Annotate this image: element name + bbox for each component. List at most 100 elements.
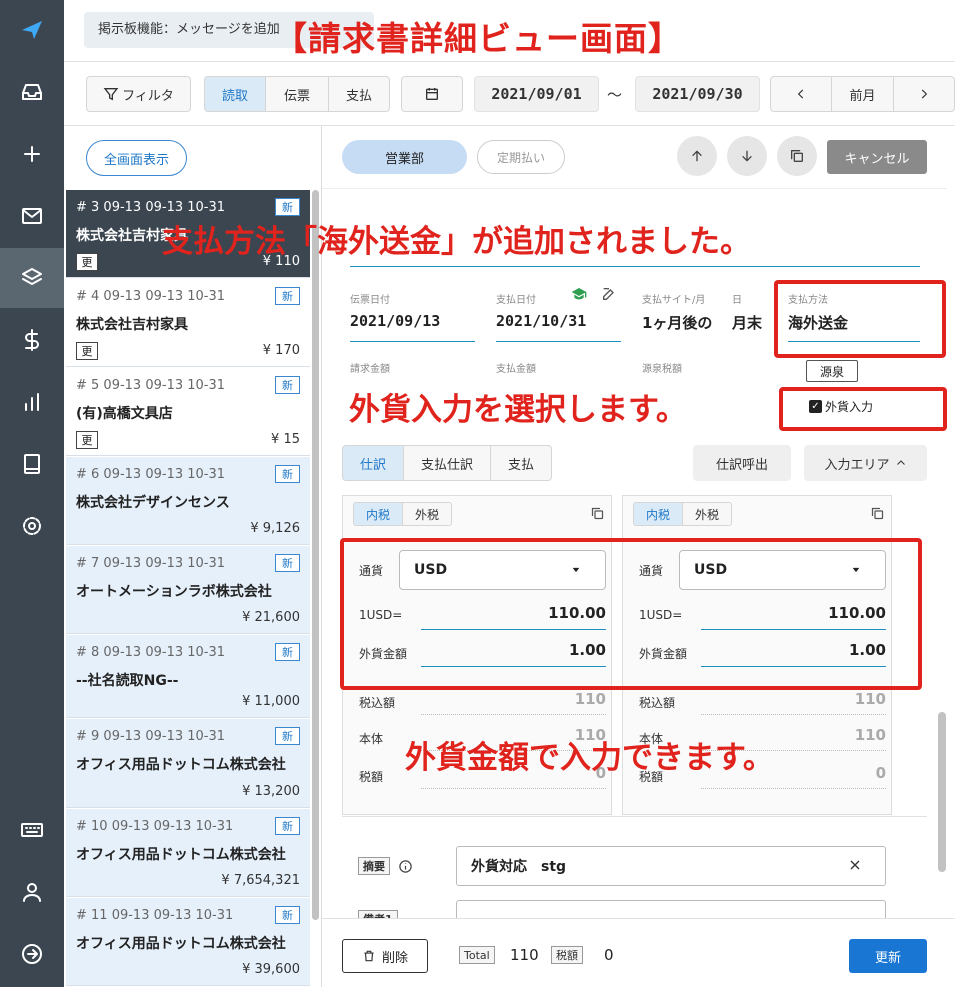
list-item[interactable]: # 10 09-13 09-13 10-31 新オフィス用品ドットコム株式会社 ¥ … [66, 809, 310, 897]
list-item[interactable]: # 4 09-13 09-13 10-31 新株式会社吉村家具更 ¥ 170 [66, 279, 310, 367]
new-badge: 新 [275, 376, 300, 394]
title-annotation: 【請求書詳細ビュー画面】 [274, 19, 682, 58]
dollar-icon[interactable] [0, 310, 64, 370]
date-tilde: 〜 [607, 86, 623, 104]
tax-in-tab[interactable]: 内税 [353, 502, 403, 526]
list-item-name: オフィス用品ドットコム株式会社 [76, 936, 286, 952]
tax-tag: 税額 [551, 946, 583, 964]
next-arrow-button[interactable] [893, 76, 955, 112]
update-button[interactable]: 更新 [849, 939, 927, 973]
copy-icon[interactable] [590, 506, 605, 521]
new-badge: 新 [275, 554, 300, 572]
slip-date-underline [350, 341, 475, 342]
list-item-name: 株式会社吉村家具 [76, 317, 188, 333]
date-to[interactable]: 2021/09/30 [635, 76, 760, 112]
foreign-check-highlight [779, 387, 947, 431]
settings-icon[interactable] [0, 496, 64, 556]
tab-payment[interactable]: 支払 [490, 445, 552, 481]
list-scrollbar[interactable] [312, 190, 319, 920]
list-item[interactable]: # 6 09-13 09-13 10-31 新株式会社デザインセンス ¥ 9,126 [66, 457, 310, 545]
list-item-amount: ¥ 7,654,321 [221, 873, 300, 888]
inbox-icon[interactable] [0, 62, 64, 122]
periodic-pill[interactable]: 定期払い [477, 140, 565, 174]
copy-button[interactable] [777, 136, 817, 176]
list-item-amount: ¥ 170 [262, 343, 300, 358]
chevron-left-icon [797, 89, 804, 99]
filter-button[interactable]: フィルタ [86, 76, 191, 112]
slip-date-value[interactable]: 2021/09/13 [350, 312, 440, 330]
day-value[interactable]: 月末 [732, 312, 762, 333]
dept-pill[interactable]: 営業部 [342, 140, 467, 174]
filter-icon [103, 88, 119, 101]
list-item-name: (有)高橋文具店 [76, 406, 173, 422]
list-item[interactable]: # 8 09-13 09-13 10-31 新 --社名読取NG-- ¥ 11,000 [66, 635, 310, 718]
tax-incl-label: 税込額 [639, 696, 676, 710]
tab-slip[interactable]: 伝票 [265, 76, 329, 112]
close-icon[interactable] [847, 857, 863, 873]
down-button[interactable] [727, 136, 767, 176]
tax-in-tab[interactable]: 内税 [633, 502, 683, 526]
list-item[interactable]: # 5 09-13 09-13 10-31 新 (有)高橋文具店更 ¥ 15 [66, 368, 310, 456]
tax-out-tab[interactable]: 外税 [682, 502, 732, 526]
user-icon[interactable] [0, 862, 64, 922]
edit-icon[interactable] [601, 286, 617, 302]
list-item-amount: ¥ 15 [271, 432, 300, 447]
app-logo-icon[interactable] [0, 0, 64, 60]
pay-date-value[interactable]: 2021/10/31 [496, 312, 586, 330]
info-icon [399, 860, 412, 873]
cancel-button[interactable]: キャンセル [827, 140, 927, 174]
copy-icon[interactable] [870, 506, 885, 521]
list-item[interactable]: # 11 09-13 09-13 10-31 新オフィス用品ドットコム株式会社 ¥ … [66, 898, 310, 986]
prev-arrow-button[interactable] [770, 76, 832, 112]
tab-pay-journal[interactable]: 支払仕訳 [403, 445, 491, 481]
calendar-button[interactable] [401, 76, 463, 112]
logout-icon[interactable] [0, 924, 64, 984]
summary-value: 外貨対応 stg [471, 859, 567, 875]
total-value: 110 [510, 946, 539, 964]
note-input[interactable] [456, 900, 886, 920]
up-button[interactable] [677, 136, 717, 176]
new-badge: 新 [275, 465, 300, 483]
list-item-head: # 9 09-13 09-13 10-31 [76, 729, 226, 744]
list-item-head: # 8 09-13 09-13 10-31 [76, 645, 226, 660]
list-item[interactable]: # 9 09-13 09-13 10-31 新オフィス用品ドットコム株式会社 ¥ 1… [66, 719, 310, 808]
sidebar [0, 0, 64, 987]
withholding-label: 源泉税額 [642, 364, 682, 375]
journal-call-button[interactable]: 仕訳呼出 [693, 445, 791, 481]
chart-icon[interactable] [0, 372, 64, 432]
keyboard-icon[interactable] [0, 800, 64, 860]
layers-icon[interactable] [0, 248, 64, 308]
date-from[interactable]: 2021/09/01 [474, 76, 599, 112]
slip-date-label: 伝票日付 [350, 295, 390, 306]
book-icon[interactable] [0, 434, 64, 494]
full-view-button[interactable]: 全画面表示 [86, 140, 187, 176]
summary-input[interactable]: 外貨対応 stg [456, 846, 886, 886]
arrow-down-icon [742, 150, 752, 162]
list-item-name: 株式会社デザインセンス [76, 495, 230, 511]
detail-scrollbar[interactable] [938, 712, 946, 872]
list-item-head: # 3 09-13 09-13 10-31 [76, 200, 226, 215]
tax-incl-value[interactable]: 110 [701, 690, 886, 708]
list-item[interactable]: # 7 09-13 09-13 10-31 新オートメーションラボ株式会社 ¥ 21… [66, 546, 310, 634]
list-item-amount: ¥ 11,000 [242, 694, 300, 709]
new-badge: 新 [275, 287, 300, 305]
input-area-button[interactable]: 入力エリア [804, 445, 927, 481]
tab-journal[interactable]: 仕訳 [342, 445, 404, 481]
tab-pay[interactable]: 支払 [328, 76, 390, 112]
tab-read[interactable]: 読取 [204, 76, 266, 112]
summary-tag: 摘要 [358, 857, 390, 875]
pay-site-value[interactable]: 1ヶ月後の [642, 312, 712, 333]
mail-icon[interactable] [0, 186, 64, 246]
plus-icon[interactable] [0, 124, 64, 184]
footer-bar: 削除 Total 110 税額 0 更新 [322, 918, 955, 987]
annotation-pay-method: 支払方法「海外送金」が追加されました。 [162, 224, 751, 260]
filter-label: フィルタ [122, 88, 174, 104]
tax-incl-value[interactable]: 110 [421, 690, 606, 708]
list-item-name: オートメーションラボ株式会社 [76, 584, 272, 600]
tax-out-tab[interactable]: 外税 [402, 502, 452, 526]
gensen-button[interactable]: 源泉 [806, 360, 858, 382]
delete-button[interactable]: 削除 [342, 939, 428, 973]
prev-month-button[interactable]: 前月 [831, 76, 894, 112]
pay-method-highlight [774, 280, 946, 358]
list-item-amount: ¥ 9,126 [250, 521, 300, 536]
